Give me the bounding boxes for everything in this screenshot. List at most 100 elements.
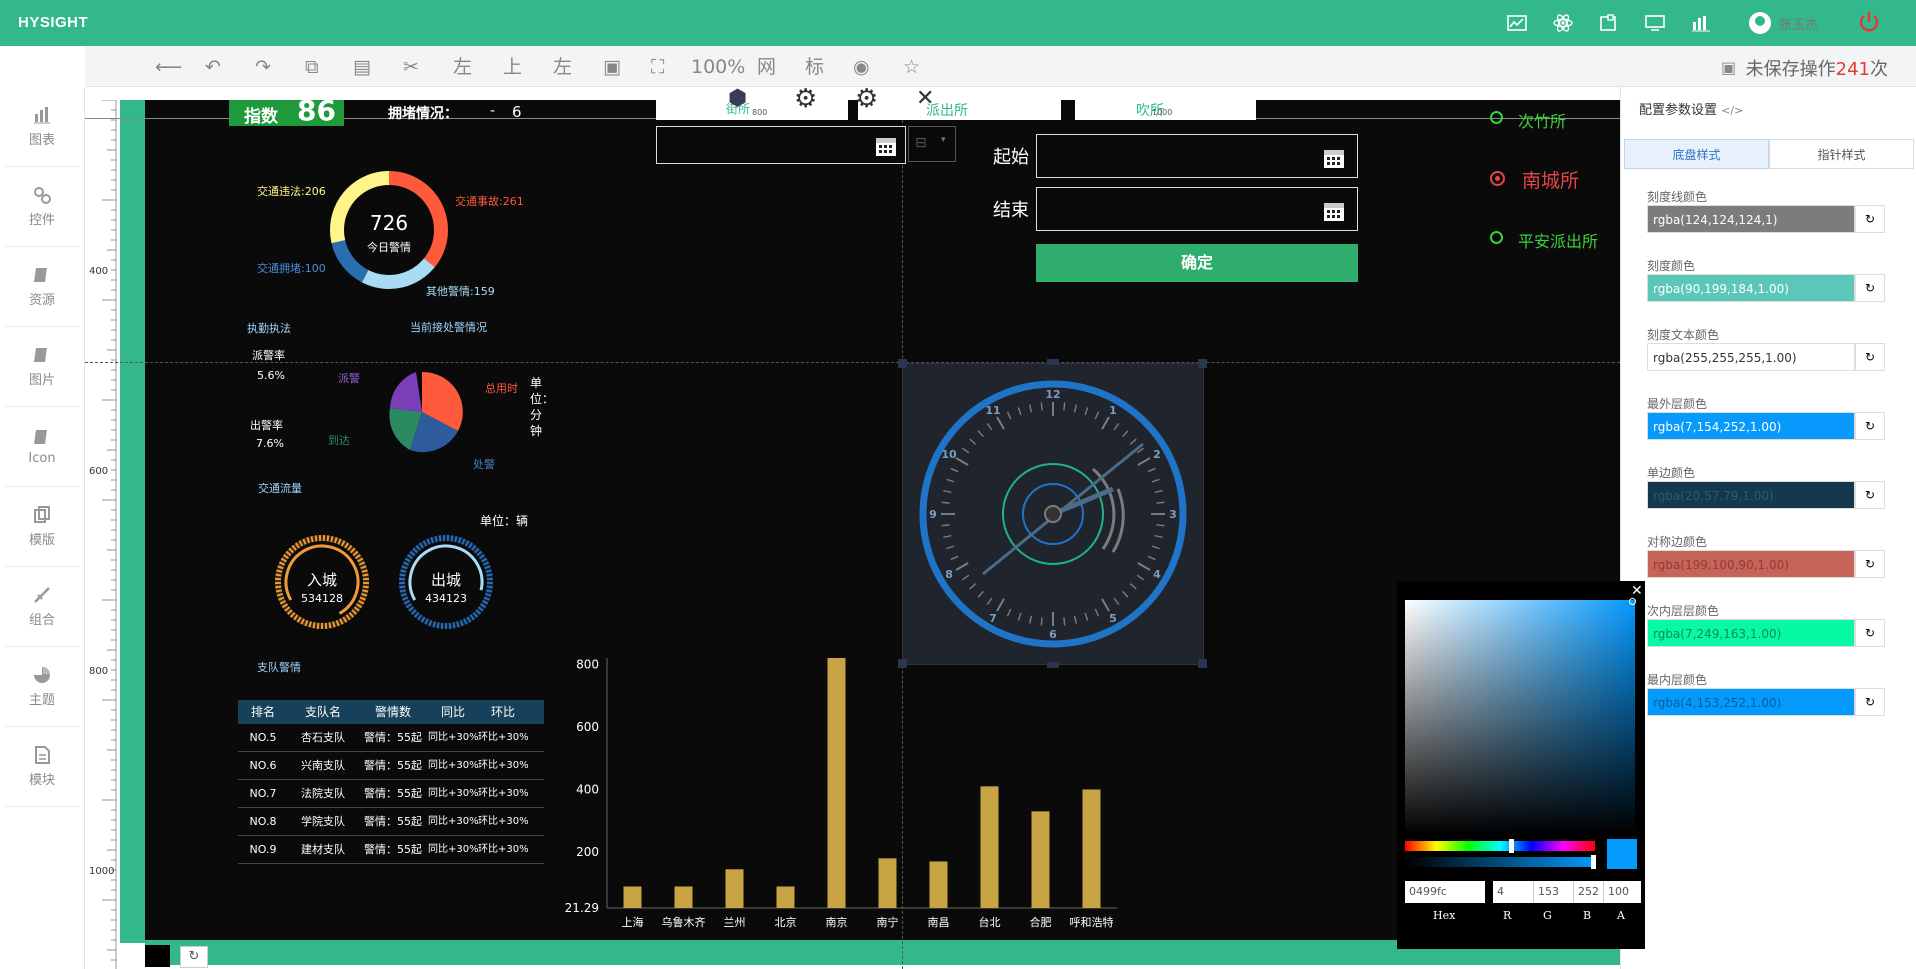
color-value-input[interactable]: rgba(4,153,252,1.00) bbox=[1647, 688, 1855, 716]
mark-button[interactable]: 标 bbox=[805, 56, 824, 78]
picker-cursor[interactable] bbox=[1629, 598, 1636, 605]
radio-circle[interactable] bbox=[1490, 231, 1503, 244]
color-value-input[interactable]: rgba(7,154,252,1.00) bbox=[1647, 412, 1855, 440]
power-icon[interactable] bbox=[1856, 9, 1882, 35]
color-value-input[interactable]: rgba(255,255,255,1.00) bbox=[1647, 343, 1855, 371]
align-left-2-button[interactable]: 左 bbox=[553, 56, 572, 78]
calendar-icon[interactable] bbox=[1323, 200, 1345, 222]
resize-handle[interactable] bbox=[1198, 659, 1207, 668]
reset-icon[interactable]: ↻ bbox=[180, 946, 208, 968]
date-input[interactable] bbox=[656, 126, 906, 164]
grid-button[interactable]: 网 bbox=[757, 56, 776, 78]
reset-icon[interactable]: ↻ bbox=[1855, 274, 1885, 302]
copy-icon[interactable]: ⧉ bbox=[305, 56, 319, 78]
hue-handle[interactable] bbox=[1509, 839, 1514, 853]
calendar-icon[interactable] bbox=[1323, 147, 1345, 169]
tab-base-style[interactable]: 底盘样式 bbox=[1624, 139, 1769, 169]
close-icon[interactable]: ✕ bbox=[916, 86, 934, 111]
reset-icon[interactable]: ↻ bbox=[1855, 550, 1885, 578]
bar[interactable] bbox=[1031, 811, 1050, 908]
resize-handle[interactable] bbox=[1198, 359, 1207, 368]
bar[interactable] bbox=[725, 869, 744, 908]
monitor-icon[interactable] bbox=[1645, 14, 1665, 32]
table-row[interactable]: NO.6 兴南支队 警情：55起 同比+30% 环比+30% bbox=[238, 752, 544, 780]
table-row[interactable]: NO.7 法院支队 警情：55起 同比+30% 环比+30% bbox=[238, 780, 544, 808]
start-date-input[interactable] bbox=[1036, 134, 1358, 178]
reset-icon[interactable]: ↻ bbox=[1855, 343, 1885, 371]
sidebar-item-chart[interactable]: 图表 bbox=[4, 87, 80, 167]
sidebar-item-combine[interactable]: 组合 bbox=[4, 567, 80, 647]
view-select[interactable]: ⊟ ▾ bbox=[908, 126, 956, 162]
star-icon[interactable]: ☆ bbox=[903, 56, 920, 78]
fit-icon[interactable]: ▣ bbox=[603, 56, 621, 78]
confirm-button[interactable]: 确定 bbox=[1036, 244, 1358, 282]
cut-icon[interactable]: ✂ bbox=[403, 56, 419, 78]
end-date-input[interactable] bbox=[1036, 187, 1358, 231]
atom-icon[interactable] bbox=[1553, 14, 1573, 32]
alpha-slider[interactable] bbox=[1405, 857, 1595, 867]
g-input[interactable]: 153 bbox=[1533, 881, 1573, 903]
clock-widget[interactable]: 12 1 2 3 4 5 6 7 8 9 10 11 bbox=[902, 363, 1204, 665]
color-value-input[interactable]: rgba(124,124,124,1) bbox=[1647, 205, 1855, 233]
reset-icon[interactable]: ↻ bbox=[1855, 481, 1885, 509]
zoom-level[interactable]: 100% bbox=[691, 56, 745, 78]
bar[interactable] bbox=[980, 786, 999, 908]
resize-handle[interactable] bbox=[1047, 662, 1059, 668]
reset-icon[interactable]: ↻ bbox=[1855, 412, 1885, 440]
sidebar-item-theme[interactable]: 主题 bbox=[4, 647, 80, 727]
align-top-button[interactable]: 上 bbox=[503, 56, 522, 78]
resize-handle[interactable] bbox=[1047, 359, 1059, 365]
puzzle-icon[interactable] bbox=[1599, 14, 1619, 32]
reset-icon[interactable]: ↻ bbox=[1855, 205, 1885, 233]
sidebar-item-icon[interactable]: Icon bbox=[4, 407, 80, 487]
table-row[interactable]: NO.5 杏石支队 警情：55起 同比+30% 环比+30% bbox=[238, 724, 544, 752]
hue-slider[interactable] bbox=[1405, 841, 1595, 851]
sidebar-item-widget[interactable]: 控件 bbox=[4, 167, 80, 247]
line-chart-icon[interactable] bbox=[1507, 14, 1527, 32]
color-value-input[interactable]: rgba(7,249,163,1.00) bbox=[1647, 619, 1855, 647]
table-row[interactable]: NO.9 建材支队 警情：55起 同比+30% 环比+30% bbox=[238, 836, 544, 864]
sidebar-item-resource[interactable]: 资源 bbox=[4, 247, 80, 327]
a-input[interactable]: 100 bbox=[1603, 881, 1641, 903]
alpha-handle[interactable] bbox=[1591, 855, 1596, 869]
save-icon[interactable]: ▣ bbox=[1721, 57, 1736, 79]
undo-icon[interactable]: ↶ bbox=[205, 56, 221, 78]
bar[interactable] bbox=[623, 886, 642, 908]
paste-icon[interactable]: ▤ bbox=[353, 56, 371, 78]
sidebar-item-image[interactable]: 图片 bbox=[4, 327, 80, 407]
sidebar-item-module[interactable]: 模块 bbox=[4, 727, 80, 807]
reset-icon[interactable]: ↻ bbox=[1855, 688, 1885, 716]
bar-chart-icon[interactable] bbox=[1691, 14, 1711, 32]
user-menu[interactable]: 张玉杰 bbox=[1749, 12, 1818, 34]
r-input[interactable]: 4 bbox=[1493, 881, 1533, 903]
resize-handle[interactable] bbox=[898, 359, 907, 368]
gear-icon[interactable]: ⚙ bbox=[794, 84, 817, 114]
align-left-button[interactable]: 左 bbox=[453, 56, 472, 78]
bar[interactable] bbox=[776, 886, 795, 908]
cube-icon[interactable]: ⬢ bbox=[728, 86, 747, 111]
bar[interactable] bbox=[827, 658, 846, 908]
hex-input[interactable]: 0499fc bbox=[1405, 881, 1485, 903]
color-value-input[interactable]: rgba(20,57,79,1.00) bbox=[1647, 481, 1855, 509]
bar[interactable] bbox=[929, 861, 948, 908]
close-icon[interactable]: ✕ bbox=[1631, 583, 1643, 599]
reset-icon[interactable]: ↻ bbox=[1855, 619, 1885, 647]
calendar-icon[interactable] bbox=[875, 135, 897, 157]
saturation-area[interactable] bbox=[1405, 600, 1635, 835]
resize-handle[interactable] bbox=[898, 659, 907, 668]
tab-pointer-style[interactable]: 指针样式 bbox=[1769, 139, 1914, 169]
back-arrow-icon[interactable]: ⟵ bbox=[155, 56, 182, 78]
bar[interactable] bbox=[674, 886, 693, 908]
preview-eye-icon[interactable]: ◉ bbox=[853, 56, 870, 78]
radio-circle-checked[interactable] bbox=[1490, 171, 1505, 186]
sidebar-item-template[interactable]: 模版 bbox=[4, 487, 80, 567]
b-input[interactable]: 252 bbox=[1573, 881, 1603, 903]
radio-circle[interactable] bbox=[1490, 111, 1503, 124]
color-value-input[interactable]: rgba(199,100,90,1.00) bbox=[1647, 550, 1855, 578]
gear-icon[interactable]: ⚙ bbox=[855, 84, 878, 114]
resize-icon[interactable]: ⛶ bbox=[651, 56, 664, 78]
redo-icon[interactable]: ↷ bbox=[255, 56, 271, 78]
color-swatch-black[interactable] bbox=[145, 945, 170, 967]
color-value-input[interactable]: rgba(90,199,184,1.00) bbox=[1647, 274, 1855, 302]
table-row[interactable]: NO.8 学院支队 警情：55起 同比+30% 环比+30% bbox=[238, 808, 544, 836]
